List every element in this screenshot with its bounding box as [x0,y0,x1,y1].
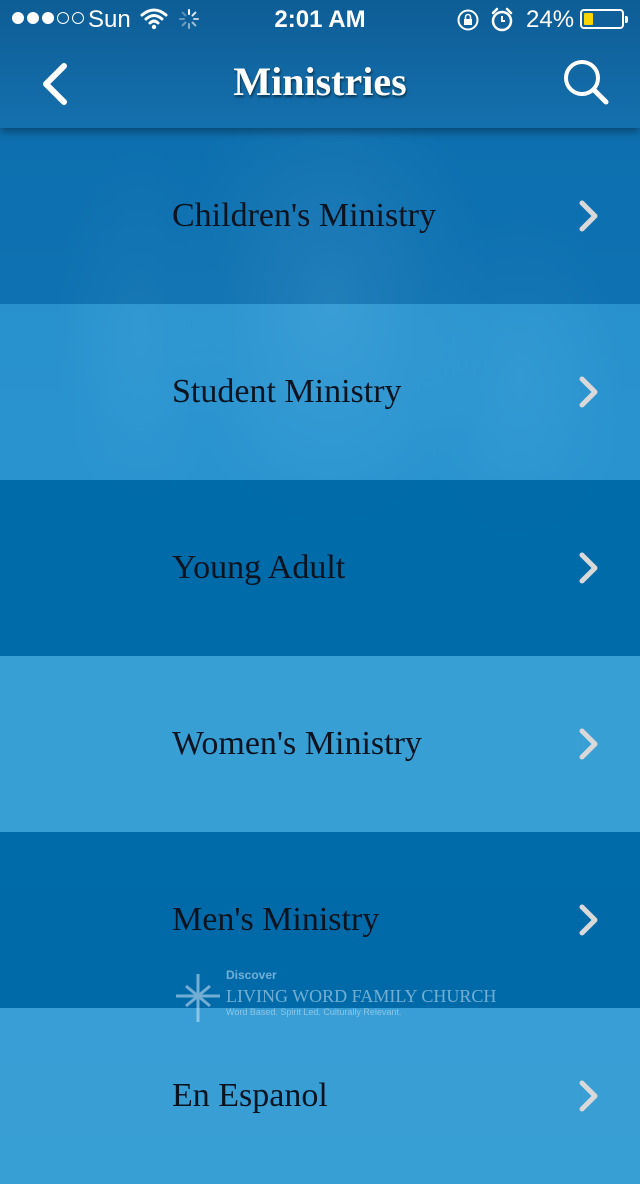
list-item[interactable]: Children's Ministry [0,128,640,304]
church-logo-watermark: Discover LIVING WORD FAMILY CHURCH Word … [172,966,496,1026]
list-item[interactable]: Student Ministry [0,304,640,480]
list-item-label: Children's Ministry [172,197,436,234]
logo-church-name: LIVING WORD FAMILY CHURCH [226,986,497,1006]
alarm-icon [490,7,514,40]
battery-percent: 24% [526,6,575,33]
chevron-right-icon [579,376,598,408]
battery-nub [625,16,628,23]
rotation-lock-icon [456,8,480,39]
battery-level-fill [584,13,593,25]
list-item-label: Student Ministry [172,373,402,410]
page-title: Ministries [233,59,407,104]
chevron-right-icon [579,904,598,936]
cross-logo-icon [176,974,220,1022]
status-bar: Sun 2:01 AM 24% [0,0,640,40]
list-item[interactable]: En Espanol [0,1008,640,1184]
list-item-label: Men's Ministry [172,901,380,938]
list-item[interactable]: Women's Ministry [0,656,640,832]
search-icon [564,60,609,105]
chevron-right-icon [579,728,598,760]
list-item-label: Women's Ministry [172,725,422,762]
chevron-right-icon [579,1080,598,1112]
chevron-right-icon [579,200,598,232]
logo-discover-text: Discover [226,968,277,982]
logo-tagline: Word Based. Spirit Led. Culturally Relev… [226,1007,402,1017]
chevron-right-icon [579,552,598,584]
search-button[interactable] [558,56,614,112]
list-item-label: Young Adult [172,549,346,586]
battery-icon [580,9,628,29]
list-item[interactable]: Young Adult [0,480,640,656]
list-item-label: En Espanol [172,1077,328,1114]
